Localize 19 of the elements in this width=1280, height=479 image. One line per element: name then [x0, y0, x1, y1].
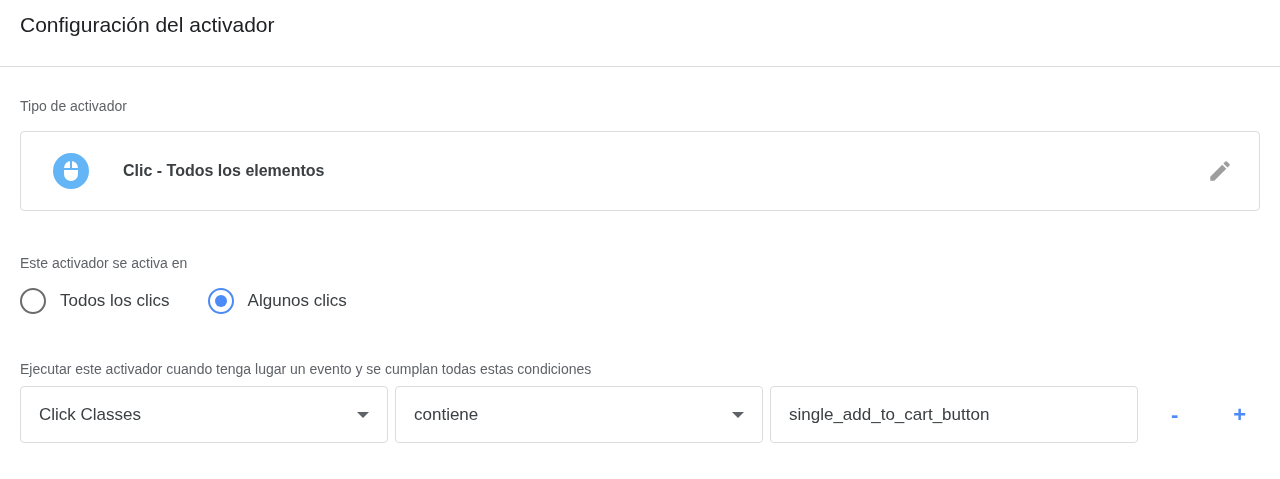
value-field[interactable]: single_add_to_cart_button	[770, 386, 1138, 443]
section-label: Este activador se activa en	[20, 255, 188, 271]
section-label: Tipo de activador	[20, 98, 127, 114]
dropdown-value: Click Classes	[39, 404, 142, 425]
operator-dropdown[interactable]: contiene	[395, 386, 763, 443]
radio-option[interactable]: Algunos clics	[207, 288, 347, 314]
caret-icon	[732, 411, 744, 418]
mouse-icon	[53, 153, 89, 189]
variable-dropdown[interactable]: Click Classes	[20, 386, 388, 443]
edit-icon[interactable]	[1207, 158, 1233, 184]
dropdown-value: contiene	[414, 404, 479, 425]
caret-icon	[357, 411, 369, 418]
trigger-type-card[interactable]: Clic - Todos los elementos	[20, 131, 1260, 211]
section-label: Ejecutar este activador cuando tenga lugar un evento y se cumplan todas estas condiciones	[20, 361, 592, 377]
radio-option[interactable]: Todos los clics	[20, 288, 170, 314]
panel-title: Configuración del activador	[20, 13, 275, 37]
trigger-type-name: Clic - Todos los elementos	[123, 162, 326, 180]
radio-button[interactable]	[20, 288, 46, 314]
radio-button[interactable]	[207, 288, 234, 314]
